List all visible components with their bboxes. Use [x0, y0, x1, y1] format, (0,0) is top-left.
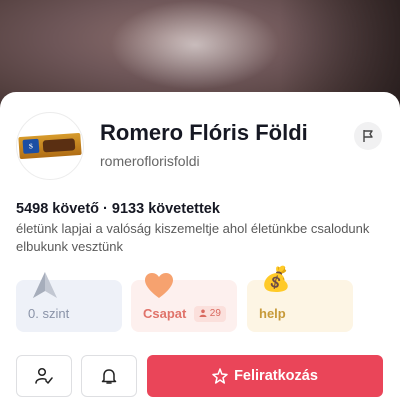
level-label: 0. szint	[28, 306, 70, 321]
flag-icon	[363, 130, 373, 142]
navigation-arrow-icon	[33, 272, 57, 298]
profile-handle: romerofloris­foldi	[100, 153, 200, 169]
report-button[interactable]	[354, 122, 382, 150]
heart-icon	[145, 273, 173, 298]
notification-button[interactable]	[81, 355, 137, 397]
team-label: Csapat	[143, 306, 187, 321]
help-label: help	[259, 306, 286, 321]
bell-icon	[101, 369, 117, 384]
person-icon	[199, 309, 207, 317]
avatar-image: S	[18, 132, 82, 160]
avatar[interactable]: S	[16, 112, 84, 180]
subscribe-button[interactable]: Feliratkozás	[147, 355, 383, 397]
level-card[interactable]: 0. szint	[16, 272, 122, 332]
subscribe-label: Feliratkozás	[234, 368, 318, 384]
team-card[interactable]: Csapat 29	[131, 273, 237, 332]
profile-name: Romero Flóris Földi	[100, 120, 308, 145]
profile-bio: életünk lapjai a valóság kiszemeltje aho…	[16, 221, 370, 254]
following-status-button[interactable]	[16, 355, 72, 397]
user-check-icon	[35, 367, 53, 384]
money-bag-icon: 💰	[261, 266, 291, 293]
help-card[interactable]: 💰 help	[247, 266, 353, 332]
follower-stats[interactable]: 5498 követő · 9133 követettek	[16, 201, 220, 217]
sparkle-star-icon	[212, 368, 228, 384]
team-member-badge: 29	[194, 306, 226, 322]
team-member-count: 29	[209, 308, 221, 319]
